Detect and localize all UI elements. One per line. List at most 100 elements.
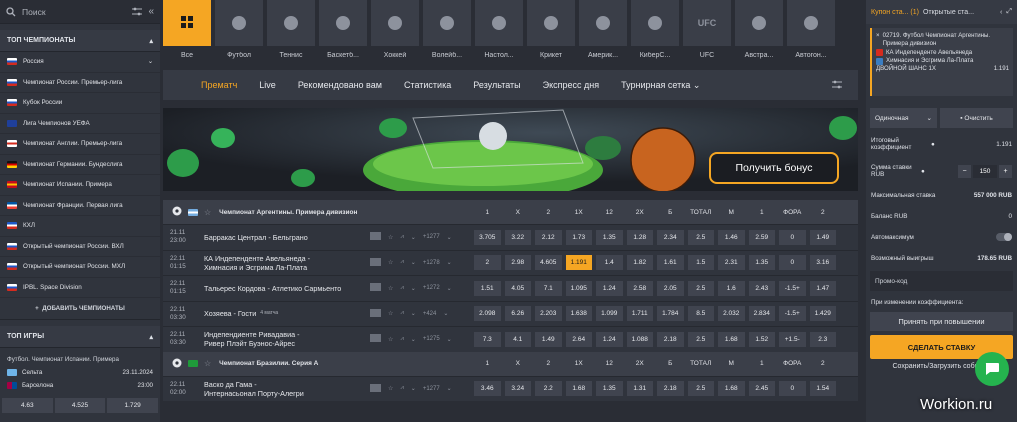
odd-button[interactable]: 1.28 (626, 229, 653, 245)
odd-button[interactable]: 2.64 (565, 331, 592, 347)
more-markets-count[interactable]: +1277 (423, 386, 440, 392)
odd-button[interactable]: 1.52 (748, 331, 775, 347)
odd-button[interactable]: 2.12 (535, 229, 562, 245)
championship-item[interactable]: Лига Чемпионов УЕФА (0, 114, 160, 134)
chevron-down-icon[interactable]: ⌄ (447, 285, 452, 292)
tab-prematch[interactable]: Прематч (201, 80, 237, 90)
odd-button[interactable]: 2.18 (657, 331, 684, 347)
automax-toggle[interactable] (996, 233, 1012, 241)
more-markets-count[interactable]: +1277 (423, 234, 440, 240)
chevron-up-icon[interactable]: ▴ (149, 333, 153, 341)
odd-button[interactable]: 2.59 (748, 229, 775, 245)
clear-button[interactable]: ▪ Очистить (940, 108, 1013, 128)
odd-button[interactable]: 1.61 (657, 255, 684, 271)
odd-button[interactable]: 1.24 (596, 280, 623, 296)
tab-tournament-grid[interactable]: Турнирная сетка ⌄ (621, 80, 700, 91)
chevron-down-icon[interactable]: ⌄ (148, 58, 153, 65)
championship-item[interactable]: Чемпионат Германии. Бундеслига (0, 155, 160, 175)
more-markets-count[interactable]: +1275 (423, 336, 440, 342)
match-row[interactable]: 22.11 01:15 КА Индепенденте Авельянеда - Хи… (163, 249, 858, 275)
match-teams[interactable]: Хозяева - Гости 4 матча (195, 309, 361, 318)
championship-item[interactable]: КХЛ (0, 216, 160, 237)
odd-button[interactable]: 1.191 (565, 255, 592, 271)
odd-button[interactable]: 1.68 (718, 381, 745, 397)
odd-button[interactable]: 7.3 (474, 331, 501, 347)
match-row[interactable]: 22.11 02:00 Васко да Гама - Интернасьонал П… (163, 375, 858, 401)
odd-button[interactable]: 1.54 (809, 381, 836, 397)
championship-item[interactable]: Чемпионат Франции. Первая лига (0, 196, 160, 216)
championship-item[interactable]: Россия ⌄ (0, 52, 160, 73)
odd-button[interactable]: 1.35 (748, 255, 775, 271)
odd-button[interactable]: 1.35 (596, 229, 623, 245)
odd-button[interactable]: 1.31 (626, 381, 653, 397)
chart-icon[interactable]: ⩘ (400, 234, 403, 241)
odd-button[interactable]: 1.49 (809, 229, 836, 245)
close-icon[interactable]: × (876, 32, 880, 49)
sport-tab-11[interactable]: Австра... (735, 0, 783, 66)
stats-icon[interactable] (370, 257, 381, 268)
chevron-down-icon[interactable]: ⌄ (411, 234, 416, 241)
odd-button[interactable]: 2.98 (504, 255, 531, 271)
odd-button[interactable]: 1.638 (565, 306, 592, 322)
tab-open-bets[interactable]: Открытые ста... (923, 9, 974, 16)
star-icon[interactable]: ☆ (388, 310, 393, 317)
sport-tab-9[interactable]: КиберС... (631, 0, 679, 66)
expand-icon[interactable]: ⤢ (1006, 8, 1012, 16)
chevron-down-icon[interactable]: ⌄ (411, 336, 416, 343)
star-icon[interactable]: ☆ (388, 336, 393, 343)
sport-tab-3[interactable]: Баскетб... (319, 0, 367, 66)
star-icon[interactable]: ☆ (388, 259, 393, 266)
odd-button[interactable]: 1.68 (565, 381, 592, 397)
league-header[interactable]: ☆ Чемпионат Аргентины. Примера дивизион 1 X… (163, 200, 858, 224)
tab-statistics[interactable]: Статистика (404, 80, 451, 90)
sport-tab-7[interactable]: Крикет (527, 0, 575, 66)
odd-button[interactable]: 2.58 (626, 280, 653, 296)
chevron-down-icon[interactable]: ⌄ (443, 310, 448, 317)
match-row[interactable]: 22.11 03:30 Хозяева - Гости 4 матча ☆ ⩘ ⌄ +424 ⌄… (163, 300, 858, 326)
championship-item[interactable]: Кубок России (0, 93, 160, 114)
match-row[interactable]: 22.11 03:30 Индепендиенте Ривадавиа - Ривер… (163, 326, 858, 352)
odd-button[interactable]: 2.5 (687, 331, 714, 347)
odd-button[interactable]: 0 (779, 381, 806, 397)
odd-button[interactable]: 8.5 (687, 306, 714, 322)
chevron-down-icon[interactable]: ⌄ (411, 285, 416, 292)
match-teams[interactable]: Индепендиенте Ривадавиа - Ривер Плэйт Буэ… (195, 330, 361, 348)
odd-button[interactable]: 1.73 (565, 229, 592, 245)
star-icon[interactable]: ☆ (388, 234, 393, 241)
sport-tab-4[interactable]: Хоккей (371, 0, 419, 66)
add-championships-button[interactable]: + ДОБАВИТЬ ЧЕМПИОНАТЫ (0, 298, 160, 320)
promo-code-input[interactable]: Промо-код (870, 271, 1013, 291)
star-icon[interactable]: ☆ (204, 208, 211, 217)
stats-icon[interactable] (370, 383, 381, 394)
odd-button[interactable]: 2.05 (657, 280, 684, 296)
odd-button[interactable]: 6.26 (504, 306, 531, 322)
filter-icon[interactable] (132, 7, 143, 16)
championship-item[interactable]: Открытый чемпионат России. ВХЛ (0, 237, 160, 257)
odd-button[interactable]: 1.6 (718, 280, 745, 296)
odd-button[interactable]: 4.605 (535, 255, 562, 271)
odd-button[interactable]: 1.729 (107, 398, 159, 413)
star-icon[interactable]: ☆ (204, 359, 211, 368)
championship-item[interactable]: Чемпионат России. Премьер-лига (0, 73, 160, 93)
odd-button[interactable]: 1.47 (809, 280, 836, 296)
info-icon[interactable]: ● (921, 168, 925, 175)
info-icon[interactable]: ● (931, 141, 935, 148)
collapse-icon[interactable]: « (148, 6, 154, 17)
odd-button[interactable]: 2.5 (687, 381, 714, 397)
tab-coupon[interactable]: Купон ста... (1) (871, 9, 919, 16)
chevron-down-icon[interactable]: ⌄ (411, 259, 416, 266)
chart-icon[interactable]: ⩘ (400, 259, 403, 266)
chart-icon[interactable]: ⩘ (400, 285, 403, 292)
odd-button[interactable]: 1.51 (474, 280, 501, 296)
sport-tab-6[interactable]: Настол... (475, 0, 523, 66)
sport-tab-2[interactable]: Теннис (267, 0, 315, 66)
chat-button[interactable] (975, 352, 1009, 386)
odd-button[interactable]: 0 (779, 229, 806, 245)
odd-button[interactable]: 3.24 (504, 381, 531, 397)
championship-item[interactable]: Чемпионат Англии. Премьер-лига (0, 134, 160, 155)
odd-button[interactable]: 3.46 (474, 381, 501, 397)
chevron-up-icon[interactable]: ▴ (149, 37, 153, 45)
chevron-down-icon[interactable]: ⌄ (447, 259, 452, 266)
minus-button[interactable]: − (958, 164, 971, 178)
odd-button[interactable]: 1.5 (687, 255, 714, 271)
